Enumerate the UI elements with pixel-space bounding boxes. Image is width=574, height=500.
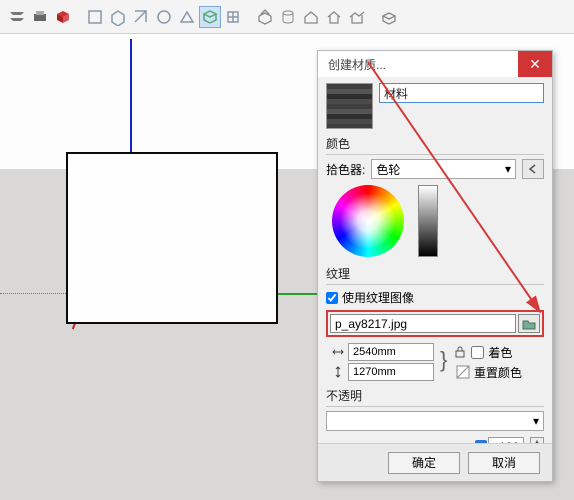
dialog-title-text: 创建材质... (328, 56, 386, 73)
house-1-icon[interactable] (300, 6, 322, 28)
aspect-lock-icon[interactable] (453, 345, 467, 359)
box-open-icon[interactable] (254, 6, 276, 28)
tool-1-icon[interactable] (84, 6, 106, 28)
chevron-down-icon: ▾ (533, 414, 539, 428)
drawn-face[interactable] (66, 152, 278, 324)
house-3-icon[interactable] (346, 6, 368, 28)
height-icon (332, 366, 344, 378)
house-2-icon[interactable] (323, 6, 345, 28)
tool-7-icon[interactable] (222, 6, 244, 28)
cylinder-icon[interactable] (277, 6, 299, 28)
brace-icon: } (440, 351, 447, 369)
use-texture-checkbox[interactable] (326, 292, 338, 304)
value-slider[interactable] (418, 185, 438, 257)
picker-value: 色轮 (376, 161, 400, 178)
texture-path-row (326, 310, 544, 337)
colorize-label: 着色 (488, 344, 512, 361)
picker-label: 拾色器: (326, 161, 365, 178)
close-icon[interactable]: ✕ (518, 51, 552, 77)
tool-6-icon[interactable] (199, 6, 221, 28)
reset-color-icon[interactable] (456, 365, 470, 379)
material-name-input[interactable] (379, 83, 544, 103)
tool-4-icon[interactable] (153, 6, 175, 28)
use-texture-label: 使用纹理图像 (342, 289, 414, 306)
tool-5-icon[interactable] (176, 6, 198, 28)
color-wheel[interactable] (332, 185, 404, 257)
tool-3-icon[interactable] (130, 6, 152, 28)
reset-color-label: 重置颜色 (474, 364, 522, 381)
box-red-icon[interactable] (52, 6, 74, 28)
texture-path-input[interactable] (330, 314, 516, 333)
styles-icon[interactable] (6, 6, 28, 28)
dialog-titlebar[interactable]: 创建材质... ✕ (318, 51, 552, 77)
create-material-dialog: 创建材质... ✕ 颜色 拾色器: 色轮 ▾ 纹理 使用纹理图像 (317, 50, 553, 482)
browse-texture-button[interactable] (518, 314, 540, 333)
axis-blue (130, 39, 132, 169)
opacity-mode-select[interactable]: ▾ (326, 411, 544, 431)
chevron-down-icon: ▾ (505, 162, 511, 176)
texture-section-heading: 纹理 (326, 265, 544, 282)
ok-button[interactable]: 确定 (388, 452, 460, 474)
dialog-footer: 确定 取消 (318, 443, 552, 481)
main-toolbar (0, 0, 574, 34)
material-preview (326, 83, 373, 129)
opacity-heading: 不透明 (326, 387, 544, 404)
print-icon[interactable] (29, 6, 51, 28)
picker-back-button[interactable] (522, 159, 544, 179)
colorize-checkbox[interactable] (471, 346, 484, 359)
color-section-heading: 颜色 (326, 135, 544, 152)
box-arrow-icon[interactable] (378, 6, 400, 28)
picker-select[interactable]: 色轮 ▾ (371, 159, 516, 179)
width-icon (332, 346, 344, 358)
cancel-button[interactable]: 取消 (468, 452, 540, 474)
texture-height-input[interactable] (348, 363, 434, 381)
texture-width-input[interactable] (348, 343, 434, 361)
tool-2-icon[interactable] (107, 6, 129, 28)
